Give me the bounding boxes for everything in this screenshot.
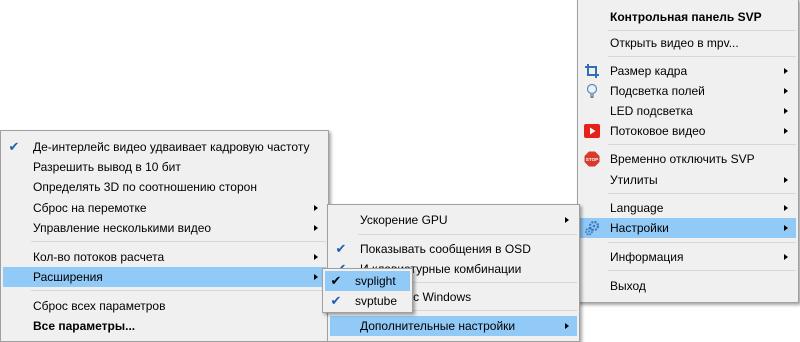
menu-header-control-panel[interactable]: Контрольная панель SVP [580,7,796,27]
menu-item-led-light[interactable]: LED подсветка [580,101,796,121]
stop-sign-icon: STOP [584,151,600,167]
submenu-arrow-icon [314,225,318,231]
submenu-arrow-icon [565,323,569,329]
menu-item-frame-size[interactable]: Размер кадра [580,61,796,81]
menu-item-gpu-acceleration[interactable]: Ускорение GPU [330,210,577,230]
menu-item-extensions[interactable]: Расширения [3,267,326,287]
checkmark-icon: ✔ [330,273,342,288]
menu-item-svptube[interactable]: ✔ svptube [325,291,410,311]
menu-separator [608,144,796,145]
menu-item-field-highlight[interactable]: Подсветка полей [580,81,796,101]
submenu-arrow-icon [784,225,788,231]
menu-item-deinterlace[interactable]: ✔ Де-интерлейс видео удваивает кадровую … [3,137,326,157]
submenu-arrow-icon [784,88,788,94]
submenu-arrow-icon [314,274,318,280]
menu-item-settings[interactable]: Настройки [580,218,796,238]
lightbulb-icon [586,83,598,98]
menu-item-utilities[interactable]: Утилиты [580,170,796,190]
menu-item-thread-count[interactable]: Кол-во потоков расчета [3,247,326,267]
menu-separator [608,242,796,243]
menu-separator [608,193,796,194]
menu-item-disable-svp[interactable]: STOP Временно отключить SVP [580,149,796,169]
menu-item-10bit-output[interactable]: Разрешить вывод в 10 бит [3,157,326,177]
menu-item-multi-video[interactable]: Управление несколькими видео [3,218,326,238]
menu-item-reset-all[interactable]: Сброс всех параметров [3,296,326,316]
menu-separator [608,30,796,31]
menu-separator [31,241,326,242]
menu-item-language[interactable]: Language [580,198,796,218]
menu-separator [31,290,326,291]
submenu-arrow-icon [784,128,788,134]
menu-separator [358,234,577,235]
submenu-arrow-icon [784,177,788,183]
menu-item-svplight[interactable]: ✔ svplight [325,271,410,291]
menu-separator [608,56,796,57]
crop-icon [585,64,599,78]
youtube-icon [584,124,600,138]
submenu-arrow-icon [784,205,788,211]
submenu-arrow-icon [784,254,788,260]
menu-item-exit[interactable]: Выход [580,276,796,296]
menu-item-open-video-mpv[interactable]: Открыть видео в mpv... [580,33,796,53]
settings-submenu: ✔ Де-интерлейс видео удваивает кадровую … [0,130,329,342]
menu-item-additional-settings[interactable]: Дополнительные настройки [330,316,577,336]
menu-separator [608,270,796,271]
submenu-arrow-icon [784,108,788,114]
menu-item-information[interactable]: Информация [580,247,796,267]
menu-item-detect-3d[interactable]: Определять 3D по соотношению сторон [3,177,326,197]
menu-item-all-parameters[interactable]: Все параметры... [3,316,326,336]
menu-item-streaming-video[interactable]: Потоковое видео [580,121,796,141]
checkmark-icon: ✔ [330,293,342,308]
svp-main-menu: Контрольная панель SVP Открыть видео в m… [577,0,799,303]
submenu-arrow-icon [784,68,788,74]
menu-item-reset-on-seek[interactable]: Сброс на перемотке [3,198,326,218]
checkmark-icon: ✔ [335,241,347,256]
submenu-arrow-icon [314,254,318,260]
menu-item-osd-messages[interactable]: ✔ Показывать сообщения в OSD [330,239,577,259]
submenu-arrow-icon [565,217,569,223]
submenu-arrow-icon [314,205,318,211]
gears-icon [585,220,600,236]
checkmark-icon: ✔ [8,139,20,154]
plugins-submenu: ✔ svplight ✔ svptube [322,268,413,313]
svg-text:STOP: STOP [586,157,598,162]
